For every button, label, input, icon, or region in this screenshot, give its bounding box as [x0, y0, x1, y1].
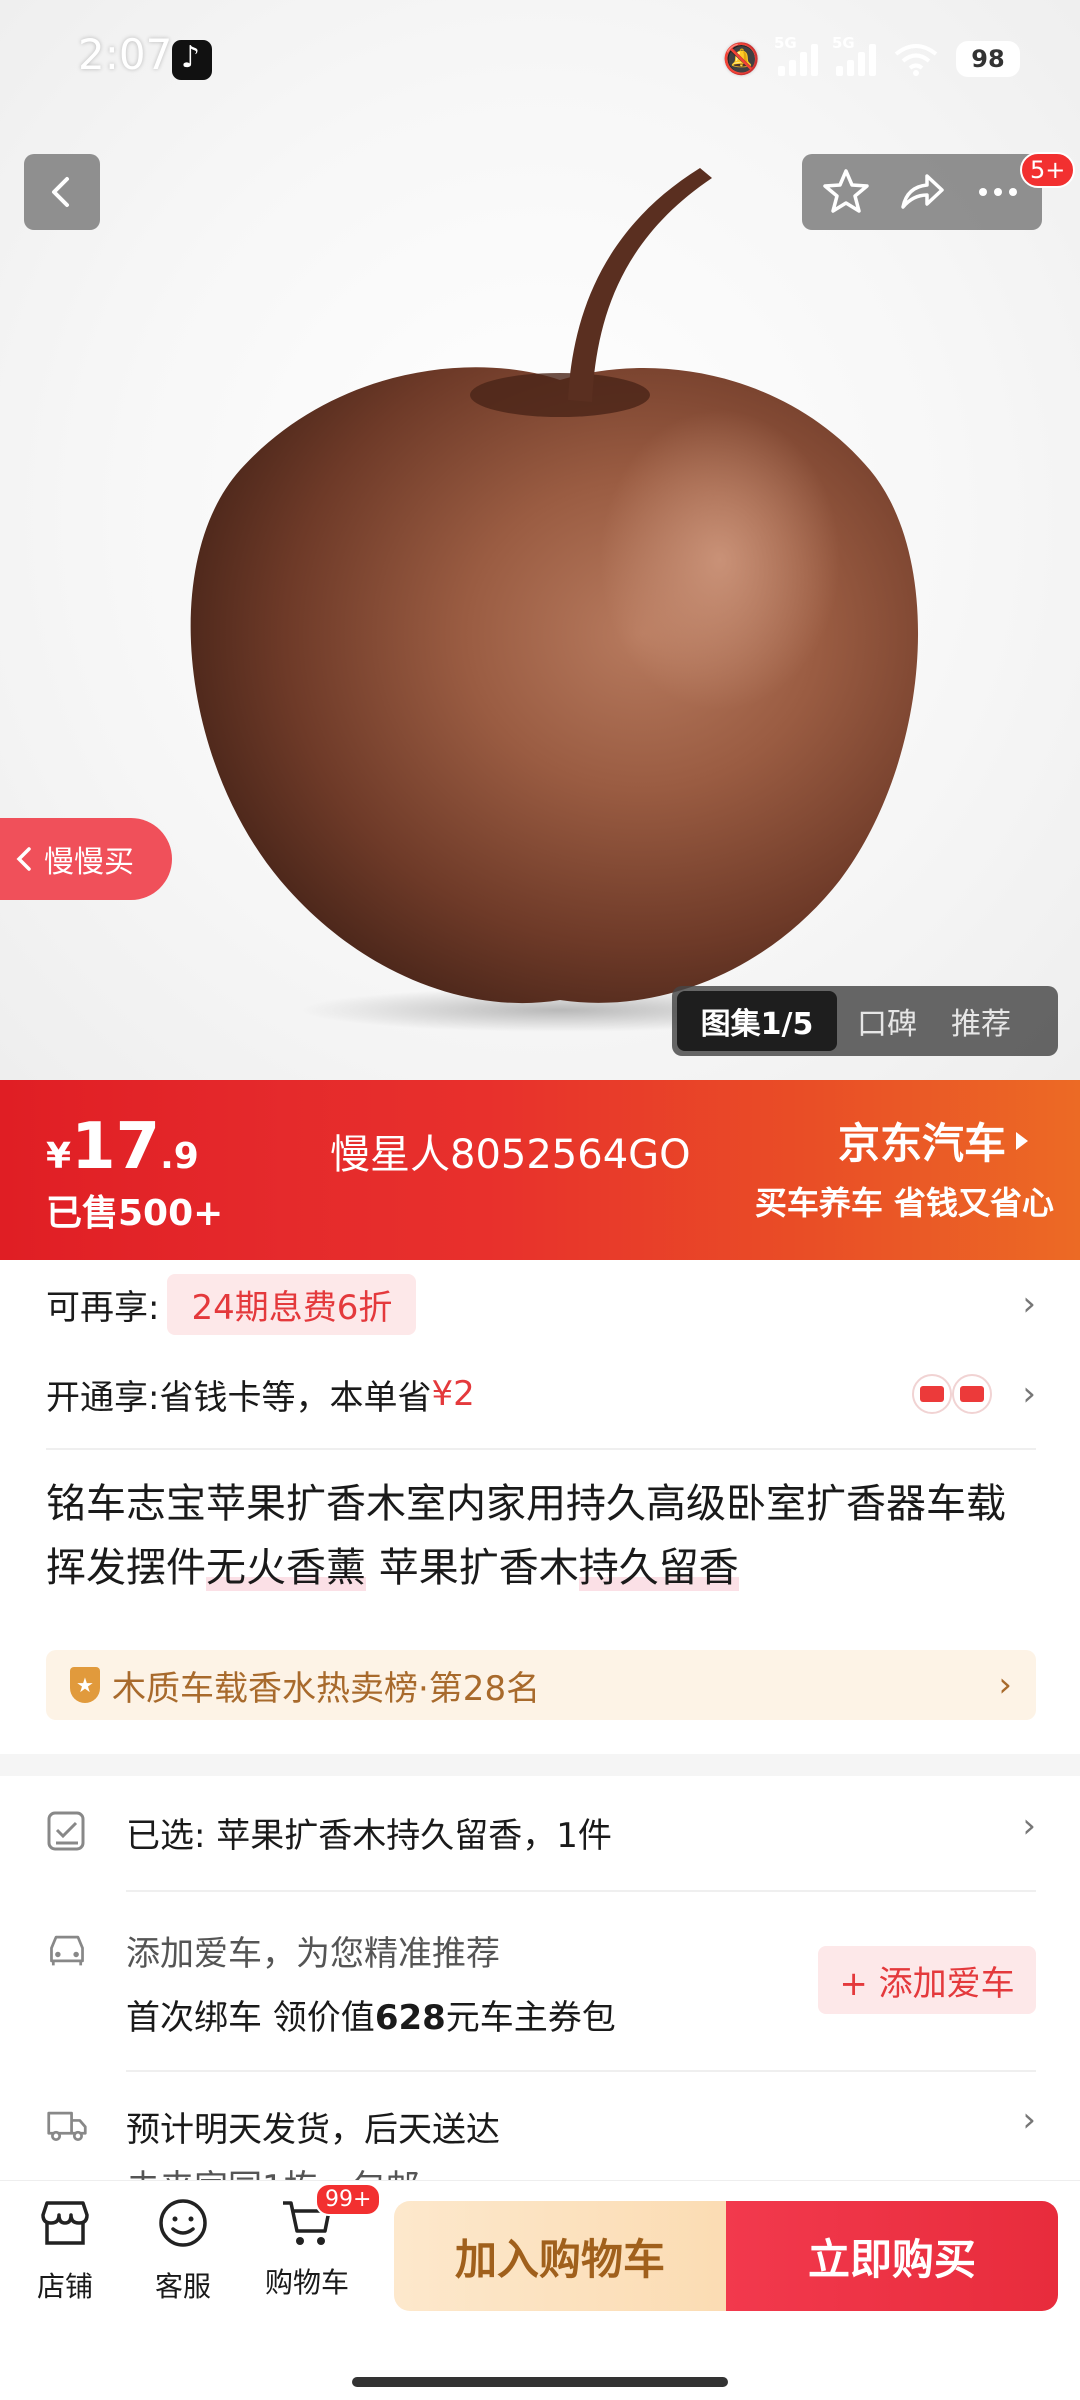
title-highlight-2: 持久留香	[578, 1545, 739, 1591]
title-highlight-1: 无火香薰	[206, 1545, 366, 1591]
chevron-right-icon: ›	[1022, 1374, 1036, 1414]
battery-icon: 98	[956, 41, 1020, 77]
car-promo-a: 首次绑车 领价值	[126, 1998, 375, 2038]
chevron-right-icon: ›	[1022, 1806, 1036, 1846]
add-to-cart-button[interactable]: 加入购物车	[394, 2201, 726, 2311]
notification-badge: 5+	[1020, 152, 1076, 188]
price-currency: ¥	[46, 1136, 72, 1177]
tiktok-icon	[172, 40, 212, 80]
ranking-label: 木质车载香水热卖榜·第28名	[112, 1668, 541, 1709]
slow-buy-button[interactable]: 慢慢买	[0, 818, 172, 900]
cart-button[interactable]: 99+ 购物车	[252, 2183, 382, 2301]
divider	[126, 2070, 1036, 2072]
delivery-estimate: 预计明天发货，后天送达	[126, 2110, 500, 2150]
jd-auto-title: 京东汽车	[837, 1119, 1006, 1168]
bottom-action-bar: 店铺 客服 99+ 购物车 加入购物车 立即购买	[0, 2180, 1080, 2400]
coupon-card-icons	[912, 1374, 992, 1414]
member-label: 开通享:	[46, 1377, 160, 1418]
tab-recommend[interactable]: 推荐	[937, 991, 1025, 1051]
store-icon	[41, 2201, 89, 2245]
price-decimal: .9	[160, 1136, 199, 1177]
chevron-right-icon: ›	[1022, 1284, 1036, 1324]
service-icon	[159, 2199, 207, 2247]
signal-icon-2: 5G	[832, 34, 876, 76]
chevron-left-icon	[16, 847, 31, 871]
selected-value: 苹果扩香木持久留香，1件	[216, 1816, 612, 1856]
status-time: 2:07	[78, 30, 173, 79]
store-button[interactable]: 店铺	[10, 2197, 120, 2305]
checklist-icon	[47, 1811, 85, 1851]
ranking-bar[interactable]: ★ 木质车载香水热卖榜·第28名 ›	[46, 1650, 1036, 1720]
chevron-right-icon: ›	[1022, 2100, 1036, 2140]
triangle-right-icon	[1016, 1131, 1028, 1150]
cart-label: 购物车	[264, 2266, 349, 2299]
slow-buy-label: 慢慢买	[44, 845, 134, 880]
seller-name: 慢星人8052564GO	[330, 1132, 691, 1178]
store-label: 店铺	[36, 2270, 93, 2303]
divider	[46, 1448, 1036, 1450]
share-icon[interactable]	[897, 167, 947, 217]
section-gap	[0, 1754, 1080, 1776]
more-icon[interactable]	[973, 167, 1023, 217]
home-indicator[interactable]	[352, 2377, 728, 2387]
badge-icon: ★	[70, 1667, 100, 1703]
selected-spec-text: 已选: 苹果扩香木持久留香，1件	[126, 1808, 612, 1857]
top-action-group	[802, 154, 1042, 230]
back-button[interactable]	[24, 154, 100, 230]
truck-icon	[47, 2111, 87, 2141]
cart-icon-wrap: 99+	[279, 2183, 382, 2249]
service-label: 客服	[154, 2270, 211, 2303]
sold-count: 已售500+	[46, 1193, 224, 1234]
installment-label: 可再享:	[46, 1287, 160, 1328]
price-banner: ¥ 17 .9 已售500+ 慢星人8052564GO 京东汽车 买车养车 省钱…	[0, 1080, 1080, 1260]
jd-auto-link[interactable]: 京东汽车	[838, 1110, 1030, 1171]
signal-icon: 5G	[774, 34, 818, 76]
member-row[interactable]: 开通享: 省钱卡等，本单省 ¥2 ›	[46, 1364, 1036, 1424]
product-title: 铭车志宝苹果扩香木室内家用持久高级卧室扩香器车载挥发摆件无火香薰 苹果扩香木持久…	[46, 1472, 1036, 1600]
jd-auto-subtitle: 买车养车 省钱又省心	[754, 1184, 1054, 1222]
title-text-2: 苹果扩香木	[366, 1545, 579, 1591]
car-promo: 首次绑车 领价值628元车主券包	[126, 1990, 616, 2039]
status-icons: 🔕 5G 5G 98	[722, 34, 1020, 82]
installment-row[interactable]: 可再享: 24期息费6折 ›	[46, 1273, 1036, 1335]
car-promo-c: 元车主券包	[445, 1998, 616, 2038]
add-car-title: 添加爱车，为您精准推荐	[126, 1934, 500, 1974]
chevron-right-icon: ›	[998, 1665, 1012, 1705]
selected-label: 已选:	[126, 1816, 206, 1856]
member-saving: ¥2	[431, 1374, 475, 1414]
mute-bell-icon: 🔕	[722, 41, 760, 77]
buy-now-button[interactable]: 立即购买	[726, 2201, 1058, 2311]
product-hero-image[interactable]: 2:07 🔕 5G 5G 98 5+ 慢慢买 图集1/5 口碑 推荐	[0, 0, 1080, 1080]
price-integer: 17	[71, 1110, 161, 1184]
wifi-icon	[894, 44, 938, 76]
cart-badge: 99+	[315, 2183, 382, 2216]
status-bar: 2:07 🔕 5G 5G 98	[0, 0, 1080, 118]
coupon-icon	[912, 1374, 952, 1414]
tab-gallery[interactable]: 图集1/5	[677, 991, 837, 1051]
tab-reviews[interactable]: 口碑	[843, 991, 931, 1051]
member-text: 省钱卡等，本单省	[159, 1377, 432, 1418]
car-icon	[50, 1935, 84, 1966]
gallery-tabs: 图集1/5 口碑 推荐	[672, 986, 1058, 1056]
customer-service-button[interactable]: 客服	[128, 2197, 238, 2305]
card-icon	[952, 1374, 992, 1414]
price: ¥ 17 .9	[46, 1110, 199, 1184]
divider	[126, 1890, 1036, 1892]
installment-chip: 24期息费6折	[167, 1273, 417, 1335]
star-icon[interactable]	[821, 167, 871, 217]
chevron-left-icon	[52, 177, 69, 207]
price-block: ¥ 17 .9 已售500+	[0, 1080, 290, 1260]
add-car-button[interactable]: + 添加爱车	[818, 1946, 1036, 2014]
car-promo-amount: 628	[374, 1998, 446, 2038]
